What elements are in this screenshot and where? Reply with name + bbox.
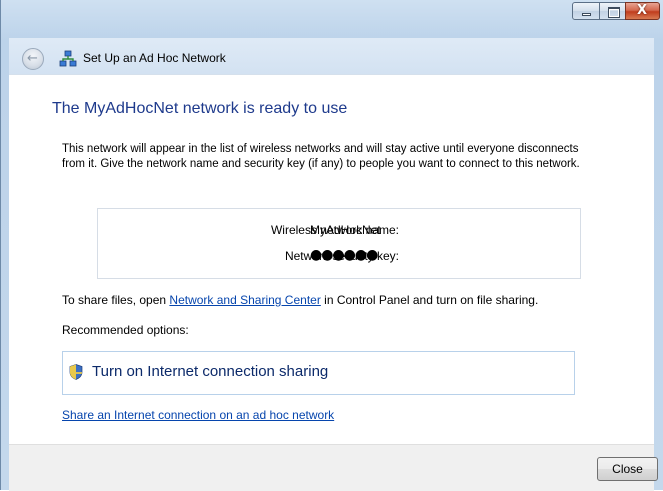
network-info-box: Wireless network name: MyAdHocNet Networ… xyxy=(97,208,581,279)
recommended-options-label: Recommended options: xyxy=(62,323,189,337)
share-internet-adhoc-link[interactable]: Share an Internet connection on an ad ho… xyxy=(62,408,334,422)
network-sharing-center-link[interactable]: Network and Sharing Center xyxy=(169,293,320,307)
maximize-icon xyxy=(608,7,620,18)
page-heading: The MyAdHocNet network is ready to use xyxy=(52,100,348,117)
wizard-title: Set Up an Ad Hoc Network xyxy=(83,51,226,65)
footer-bar xyxy=(9,444,654,491)
wizard-window: X ← Set Up an Ad Hoc Network The MyAdHoc… xyxy=(0,0,663,491)
maximize-button[interactable] xyxy=(599,2,626,20)
internet-sharing-label: Turn on Internet connection sharing xyxy=(92,363,329,380)
share-text-suffix: in Control Panel and turn on file sharin… xyxy=(320,293,539,307)
minimize-icon xyxy=(582,13,591,16)
close-button[interactable]: Close xyxy=(597,457,658,481)
security-key-value: ●●●●●● xyxy=(310,247,378,263)
back-arrow-icon: ← xyxy=(27,51,38,66)
description-text: This network will appear in the list of … xyxy=(62,143,580,170)
file-sharing-text: To share files, open Network and Sharing… xyxy=(62,293,538,307)
internet-sharing-command-link[interactable]: Turn on Internet connection sharing xyxy=(62,351,575,395)
network-name-value: MyAdHocNet xyxy=(310,223,381,237)
close-icon: X xyxy=(637,3,648,18)
minimize-button[interactable] xyxy=(572,2,600,20)
title-bar[interactable]: X xyxy=(0,0,663,32)
network-icon xyxy=(59,50,77,67)
close-window-button[interactable]: X xyxy=(625,2,660,20)
uac-shield-icon xyxy=(69,364,83,380)
wizard-nav-bar: ← Set Up an Ad Hoc Network xyxy=(9,38,654,74)
share-text-prefix: To share files, open xyxy=(62,293,170,307)
back-button[interactable]: ← xyxy=(22,48,44,70)
